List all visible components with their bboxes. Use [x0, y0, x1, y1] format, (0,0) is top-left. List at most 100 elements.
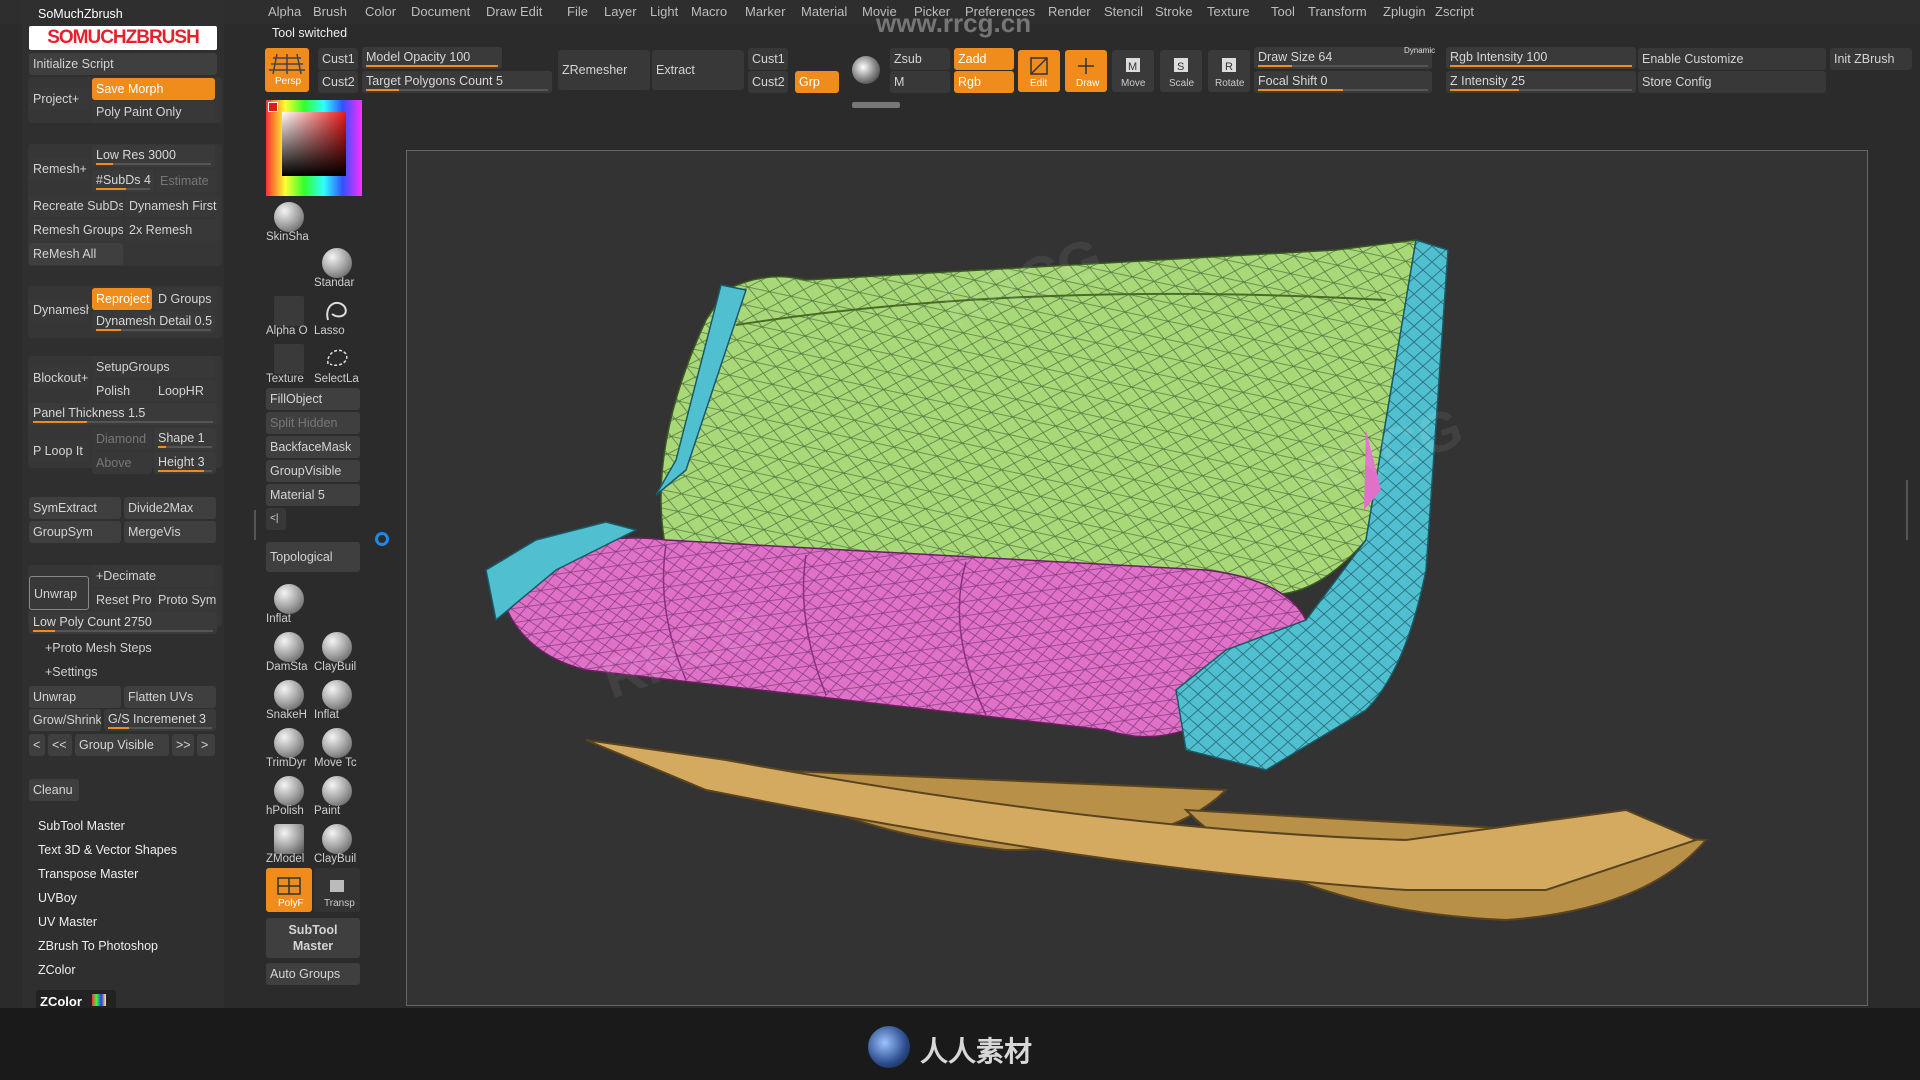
divide2max-button[interactable]: Divide2Max [124, 497, 216, 519]
store-config-button[interactable]: Store Config [1638, 71, 1826, 93]
menu-stroke[interactable]: Stroke [1155, 4, 1193, 19]
menu-zscript[interactable]: Zscript [1435, 4, 1474, 19]
scale-button[interactable]: S Scale [1160, 50, 1202, 92]
low-poly-count-slider[interactable]: Low Poly Count 2750 [29, 612, 217, 634]
init-zbrush-button[interactable]: Init ZBrush [1830, 48, 1912, 70]
menu-texture[interactable]: Texture [1207, 4, 1250, 19]
menu-marker[interactable]: Marker [745, 4, 785, 19]
remesh-all-button[interactable]: ReMesh All [29, 243, 123, 265]
mergevis-button[interactable]: MergeVis [124, 521, 216, 543]
panel-thickness-slider[interactable]: Panel Thickness 1.5 [29, 403, 217, 425]
menu-transform[interactable]: Transform [1308, 4, 1367, 19]
brush-zmodeler[interactable]: ZModel [266, 820, 312, 866]
dynamesh-detail-slider[interactable]: Dynamesh Detail 0.5 [92, 311, 215, 333]
stroke-lasso[interactable]: Lasso [314, 292, 360, 338]
plugin-item-uv-master[interactable]: UV Master [38, 915, 97, 929]
menu-light[interactable]: Light [650, 4, 678, 19]
save-morph-button[interactable]: Save Morph [92, 78, 215, 100]
brush-inflate[interactable]: Inflat [266, 580, 312, 626]
prev-button[interactable]: < [29, 734, 45, 756]
polyframe-button[interactable]: PolyF [266, 868, 312, 912]
topological-button[interactable]: Topological [266, 542, 360, 572]
unwrap2-button[interactable]: Unwrap [29, 686, 121, 708]
color-picker[interactable] [266, 100, 362, 196]
cust2b-button[interactable]: Cust2 [748, 71, 788, 93]
next-button[interactable]: > [197, 734, 215, 756]
move-button[interactable]: M Move [1112, 50, 1154, 92]
menu-material[interactable]: Material [801, 4, 847, 19]
above-button[interactable]: Above [92, 452, 152, 474]
plugin-item-text-3d-vector-shapes[interactable]: Text 3D & Vector Shapes [38, 843, 177, 857]
focal-shift-slider[interactable]: Focal Shift 0 [1254, 71, 1432, 93]
auto-groups-button[interactable]: Auto Groups [266, 963, 360, 985]
next-fast-button[interactable]: >> [172, 734, 194, 756]
plugin-item-zcolor[interactable]: ZColor [38, 963, 76, 977]
model-opacity-slider[interactable]: Model Opacity 100 [362, 47, 502, 69]
gs-increment-slider[interactable]: G/S Incremenet 3 [104, 709, 216, 731]
recreate-subds-button[interactable]: Recreate SubDs [29, 195, 123, 217]
menu-file[interactable]: File [567, 4, 588, 19]
groupsym-button[interactable]: GroupSym [29, 521, 121, 543]
menu-macro[interactable]: Macro [691, 4, 727, 19]
target-polygons-slider[interactable]: Target Polygons Count 5 [362, 71, 552, 93]
alpha-off[interactable]: Alpha O [266, 292, 312, 338]
setup-groups-button[interactable]: SetupGroups [92, 356, 215, 378]
material-button[interactable]: Material 5 [266, 484, 360, 506]
zsub-button[interactable]: Zsub [890, 48, 950, 70]
loophr-button[interactable]: LoopHR [154, 380, 216, 402]
initialize-script-button[interactable]: Initialize Script [29, 53, 217, 75]
decimate-button[interactable]: +Decimate [92, 565, 215, 587]
menu-tool[interactable]: Tool [1271, 4, 1295, 19]
persp-button[interactable]: Persp [265, 48, 309, 92]
brush-claybuildup-2[interactable]: ClayBuil [314, 820, 360, 866]
rotate-button[interactable]: R Rotate [1208, 50, 1250, 92]
collapse-button[interactable]: <| [266, 508, 286, 530]
brush-snakehook[interactable]: SnakeH [266, 676, 312, 722]
cust1-button[interactable]: Cust1 [318, 48, 358, 70]
settings-toggle[interactable]: +Settings [45, 665, 97, 679]
project-button[interactable]: Project+ [29, 88, 89, 110]
brush-claybuildup[interactable]: ClayBuil [314, 628, 360, 674]
blockout-button[interactable]: Blockout+ [29, 367, 89, 389]
toolbar-scroll-handle[interactable] [852, 102, 900, 108]
brush-hpolish[interactable]: hPolish [266, 772, 312, 818]
menu-layer[interactable]: Layer [604, 4, 637, 19]
material-sphere-icon[interactable] [852, 56, 880, 84]
menu-stencil[interactable]: Stencil [1104, 4, 1143, 19]
menu-document[interactable]: Document [411, 4, 470, 19]
reproject-button[interactable]: Reproject [92, 288, 152, 310]
diamond-button[interactable]: Diamond [92, 428, 152, 450]
texture-off[interactable]: Texture [266, 340, 312, 386]
brush-inflate-2[interactable]: Inflat [314, 676, 360, 722]
cleanup-button[interactable]: Cleanu [29, 779, 79, 801]
cust2-button[interactable]: Cust2 [318, 71, 358, 93]
dynamesh-button[interactable]: Dynamesh [29, 299, 89, 321]
flatten-uvs-button[interactable]: Flatten UVs [124, 686, 216, 708]
zremesher-button[interactable]: ZRemesher [558, 50, 650, 90]
plugin-item-transpose-master[interactable]: Transpose Master [38, 867, 138, 881]
menu-color[interactable]: Color [365, 4, 396, 19]
subds-slider[interactable]: #SubDs 4 [92, 170, 154, 192]
backfacemask-button[interactable]: BackfaceMask [266, 436, 360, 458]
brush-trimdynamic[interactable]: TrimDyr [266, 724, 312, 770]
enable-customize-button[interactable]: Enable Customize [1638, 48, 1826, 70]
symextract-button[interactable]: SymExtract [29, 497, 121, 519]
split-hidden-button[interactable]: Split Hidden [266, 412, 360, 434]
remesh-button[interactable]: Remesh+ [29, 158, 89, 180]
grow-shrink-button[interactable]: Grow/Shrink [29, 709, 101, 731]
menu-alpha[interactable]: Alpha [268, 4, 301, 19]
low-res-slider[interactable]: Low Res 3000 [92, 145, 215, 167]
poly-paint-only-button[interactable]: Poly Paint Only [92, 101, 215, 123]
brush-paint[interactable]: Paint [314, 772, 360, 818]
plugin-item-uvboy[interactable]: UVBoy [38, 891, 77, 905]
menu-zplugin[interactable]: Zplugin [1383, 4, 1426, 19]
menu-render[interactable]: Render [1048, 4, 1091, 19]
prev-fast-button[interactable]: << [48, 734, 72, 756]
d-groups-button[interactable]: D Groups [154, 288, 216, 310]
transp-button[interactable]: Transp [314, 868, 360, 912]
plugin-item-zbrush-to-photoshop[interactable]: ZBrush To Photoshop [38, 939, 158, 953]
grp-button[interactable]: Grp [795, 71, 839, 93]
reset-prot-button[interactable]: Reset Prot [92, 589, 152, 611]
extract-button[interactable]: Extract [652, 50, 744, 90]
dynamesh-first-button[interactable]: Dynamesh First [125, 195, 219, 217]
